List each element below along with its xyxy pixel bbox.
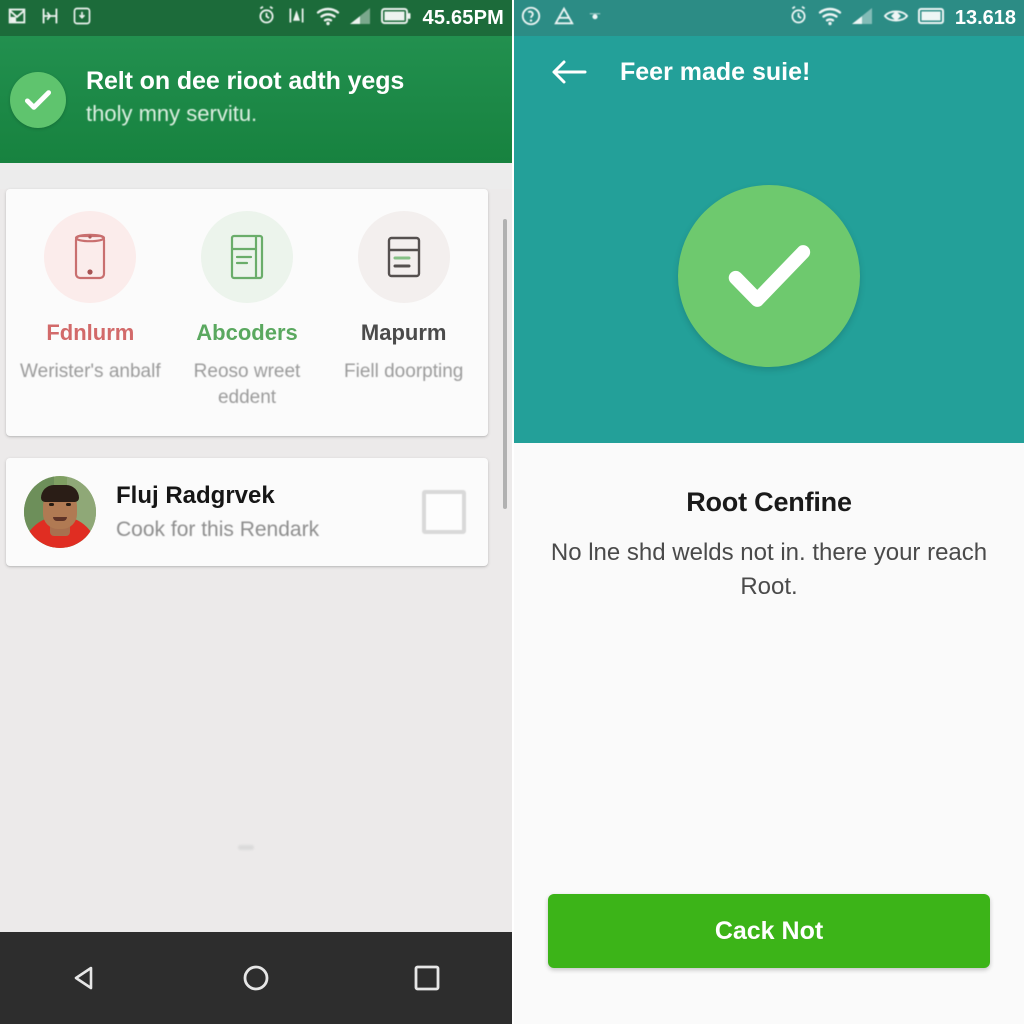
person-subtitle: Cook for this Rendark: [116, 517, 320, 541]
feature-title: Mapurm: [360, 320, 447, 345]
battery-icon: [380, 7, 411, 30]
back-triangle-icon[interactable]: [50, 943, 120, 1013]
content-artifact: [238, 845, 254, 850]
right-app-bar: Feer made suie!: [514, 36, 1024, 108]
phone-outline-icon: [44, 211, 137, 303]
feature-title: Fdnlurm: [46, 320, 135, 345]
feature-item-mapurm[interactable]: Mapurm Fiell doorpting: [325, 211, 482, 410]
home-circle-icon[interactable]: [221, 943, 291, 1013]
feature-description: Fiell doorpting: [344, 361, 464, 383]
dot-icon: [586, 7, 604, 30]
cellular-signal-icon: [851, 6, 874, 30]
unchecked-checkbox[interactable]: [422, 490, 466, 535]
eye-icon: [883, 6, 909, 31]
feature-title: Abcoders: [196, 320, 298, 345]
feature-item-abcoders[interactable]: Abcoders Reoso wreet eddent: [169, 211, 326, 410]
wifi-icon: [316, 6, 340, 31]
mail-icon: [6, 5, 28, 32]
check-circle-icon: [678, 184, 860, 367]
right-status-system-icons: 13.618: [788, 5, 1016, 31]
right-status-time: 13.618: [954, 6, 1016, 29]
recents-square-icon[interactable]: [392, 943, 462, 1013]
feature-description: Reoso wreet eddent: [193, 361, 301, 408]
app-icon: [520, 5, 542, 32]
success-banner[interactable]: Relt on dee rioot adth yegs tholy mny se…: [0, 36, 512, 163]
banner-text-block: Relt on dee rioot adth yegs tholy mny se…: [86, 67, 490, 131]
feature-description: Werister's anbalf: [20, 361, 161, 383]
right-app-bar-title: Feer made suie!: [620, 57, 811, 86]
result-section: Root Cenfine No lne shd welds not in. th…: [514, 443, 1024, 604]
cellular-signal-icon: [349, 6, 372, 30]
android-nav-bar: [0, 932, 512, 1024]
left-status-system-icons: 45.65PM: [256, 5, 504, 31]
banner-subtitle: tholy mny servitu.: [86, 101, 258, 127]
success-hero: [514, 108, 1024, 443]
right-status-bar: 13.618: [514, 0, 1024, 36]
left-status-notification-icons: [6, 5, 92, 32]
right-status-notification-icons: [520, 5, 604, 32]
battery-icon: [917, 7, 946, 30]
person-list-item[interactable]: Fluj Radgrvek Cook for this Rendark: [6, 458, 488, 567]
left-status-time: 45.65PM: [422, 6, 504, 29]
left-phone-screen: 45.65PM Relt on dee rioot adth yegs thol…: [0, 0, 512, 1024]
left-status-bar: 45.65PM: [0, 0, 512, 36]
notebook-icon: [201, 211, 293, 303]
avatar: [24, 476, 96, 549]
cack-not-button[interactable]: Cack Not: [548, 894, 990, 968]
warning-icon: [553, 5, 575, 32]
check-circle-icon: [10, 71, 66, 128]
dual-phone-screenshot: 45.65PM Relt on dee rioot adth yegs thol…: [0, 0, 1024, 1024]
left-content-area: Fdnlurm Werister's anbalf Abcoders Reoso…: [0, 189, 512, 958]
features-card: Fdnlurm Werister's anbalf Abcoders Reoso…: [6, 189, 488, 437]
wifi-icon: [818, 6, 842, 31]
alarm-icon: [256, 5, 277, 31]
cta-container: Cack Not: [514, 894, 1024, 1024]
result-title: Root Cenfine: [686, 487, 852, 517]
signal-alt-icon: [286, 5, 307, 31]
download-icon: [72, 6, 92, 31]
alarm-icon: [788, 5, 809, 31]
right-phone-screen: 13.618 Feer made suie! Root Cenfine No l…: [514, 0, 1024, 1024]
person-text-block: Fluj Radgrvek Cook for this Rendark: [116, 482, 410, 542]
card-list-icon: [357, 211, 450, 303]
result-description: No lne shd welds not in. there your reac…: [550, 539, 988, 600]
back-arrow-icon[interactable]: [548, 51, 590, 93]
scrollbar[interactable]: [503, 219, 507, 509]
feature-item-fdnlurm[interactable]: Fdnlurm Werister's anbalf: [12, 211, 169, 410]
banner-title: Relt on dee rioot adth yegs: [86, 67, 405, 96]
person-name: Fluj Radgrvek: [116, 482, 275, 510]
sync-icon: [39, 5, 61, 32]
